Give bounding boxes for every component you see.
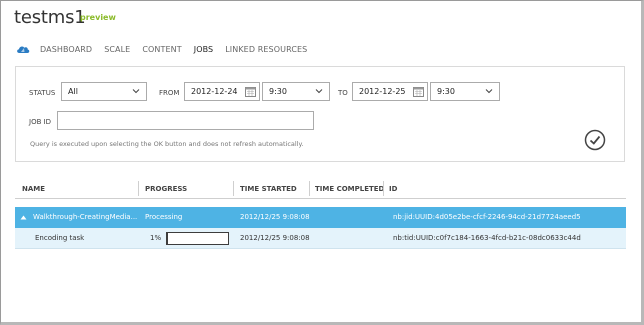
- table-row-job[interactable]: Walkthrough-CreatingMedia... Processing …: [15, 207, 626, 228]
- query-note: Query is executed upon selecting the OK …: [30, 140, 304, 148]
- from-label: FROM: [159, 89, 180, 97]
- status-select-value: All: [68, 87, 78, 96]
- job-time-started: 2012/12/25 9:08:08: [240, 213, 310, 221]
- cloud-service-icon[interactable]: [16, 44, 30, 54]
- column-divider: [138, 181, 139, 196]
- calendar-icon[interactable]: [413, 86, 424, 97]
- from-time-value: 9:30: [269, 87, 287, 96]
- nav-tab-dashboard[interactable]: DASHBOARD: [40, 45, 92, 54]
- to-time-value: 9:30: [437, 87, 455, 96]
- column-divider: [383, 181, 384, 196]
- header-divider: [15, 198, 626, 199]
- chevron-down-icon: [485, 89, 493, 94]
- to-date-value: 2012-12-25: [359, 87, 406, 96]
- nav-tab-linked-resources[interactable]: LINKED RESOURCES: [225, 45, 307, 54]
- job-id-input[interactable]: [57, 111, 314, 130]
- from-date-field[interactable]: 2012-12-24: [184, 82, 260, 101]
- job-progress: Processing: [145, 213, 183, 221]
- to-label: TO: [338, 89, 348, 97]
- column-divider: [309, 181, 310, 196]
- nav-tab-jobs[interactable]: JOBS: [194, 45, 213, 54]
- task-progress-bar: [166, 232, 229, 245]
- to-date-field[interactable]: 2012-12-25: [352, 82, 428, 101]
- nav-tab-content[interactable]: CONTENT: [142, 45, 181, 54]
- job-name: Walkthrough-CreatingMedia...: [33, 213, 138, 221]
- checkmark-circle-icon[interactable]: [584, 129, 606, 151]
- column-header-progress[interactable]: PROGRESS: [145, 185, 187, 193]
- calendar-icon[interactable]: [245, 86, 256, 97]
- job-id: nb:jid:UUID:4d05e2be-cfcf-2246-94cd-21d7…: [393, 213, 581, 221]
- page-title: testms1: [14, 7, 86, 28]
- column-divider: [233, 181, 234, 196]
- from-date-value: 2012-12-24: [191, 87, 238, 96]
- chevron-down-icon: [315, 89, 323, 94]
- query-panel: STATUS All FROM 2012-12-24 9:30 TO 2012-…: [15, 66, 625, 162]
- from-time-select[interactable]: 9:30: [262, 82, 330, 101]
- nav-tab-scale[interactable]: SCALE: [104, 45, 130, 54]
- column-header-time-started[interactable]: TIME STARTED: [240, 185, 297, 193]
- to-time-select[interactable]: 9:30: [430, 82, 500, 101]
- chevron-down-icon: [132, 89, 140, 94]
- collapse-triangle-icon[interactable]: [20, 215, 27, 220]
- column-header-id[interactable]: ID: [389, 185, 397, 193]
- preview-badge: preview: [80, 13, 116, 22]
- task-progress-fill: [167, 233, 168, 244]
- task-id: nb:tid:UUID:c0f7c184-1663-4fcd-b21c-08dc…: [393, 234, 581, 242]
- task-progress-percent: 1%: [150, 234, 162, 242]
- table-row-task[interactable]: Encoding task 1% 2012/12/25 9:08:08 nb:t…: [15, 228, 626, 249]
- column-header-name[interactable]: NAME: [22, 185, 45, 193]
- status-select[interactable]: All: [61, 82, 147, 101]
- top-nav: DASHBOARD SCALE CONTENT JOBS LINKED RESO…: [16, 43, 319, 55]
- task-time-started: 2012/12/25 9:08:08: [240, 234, 310, 242]
- column-header-time-completed[interactable]: TIME COMPLETED: [315, 185, 384, 193]
- task-name: Encoding task: [35, 234, 85, 242]
- status-label: STATUS: [29, 89, 56, 97]
- job-id-label: JOB ID: [29, 118, 52, 126]
